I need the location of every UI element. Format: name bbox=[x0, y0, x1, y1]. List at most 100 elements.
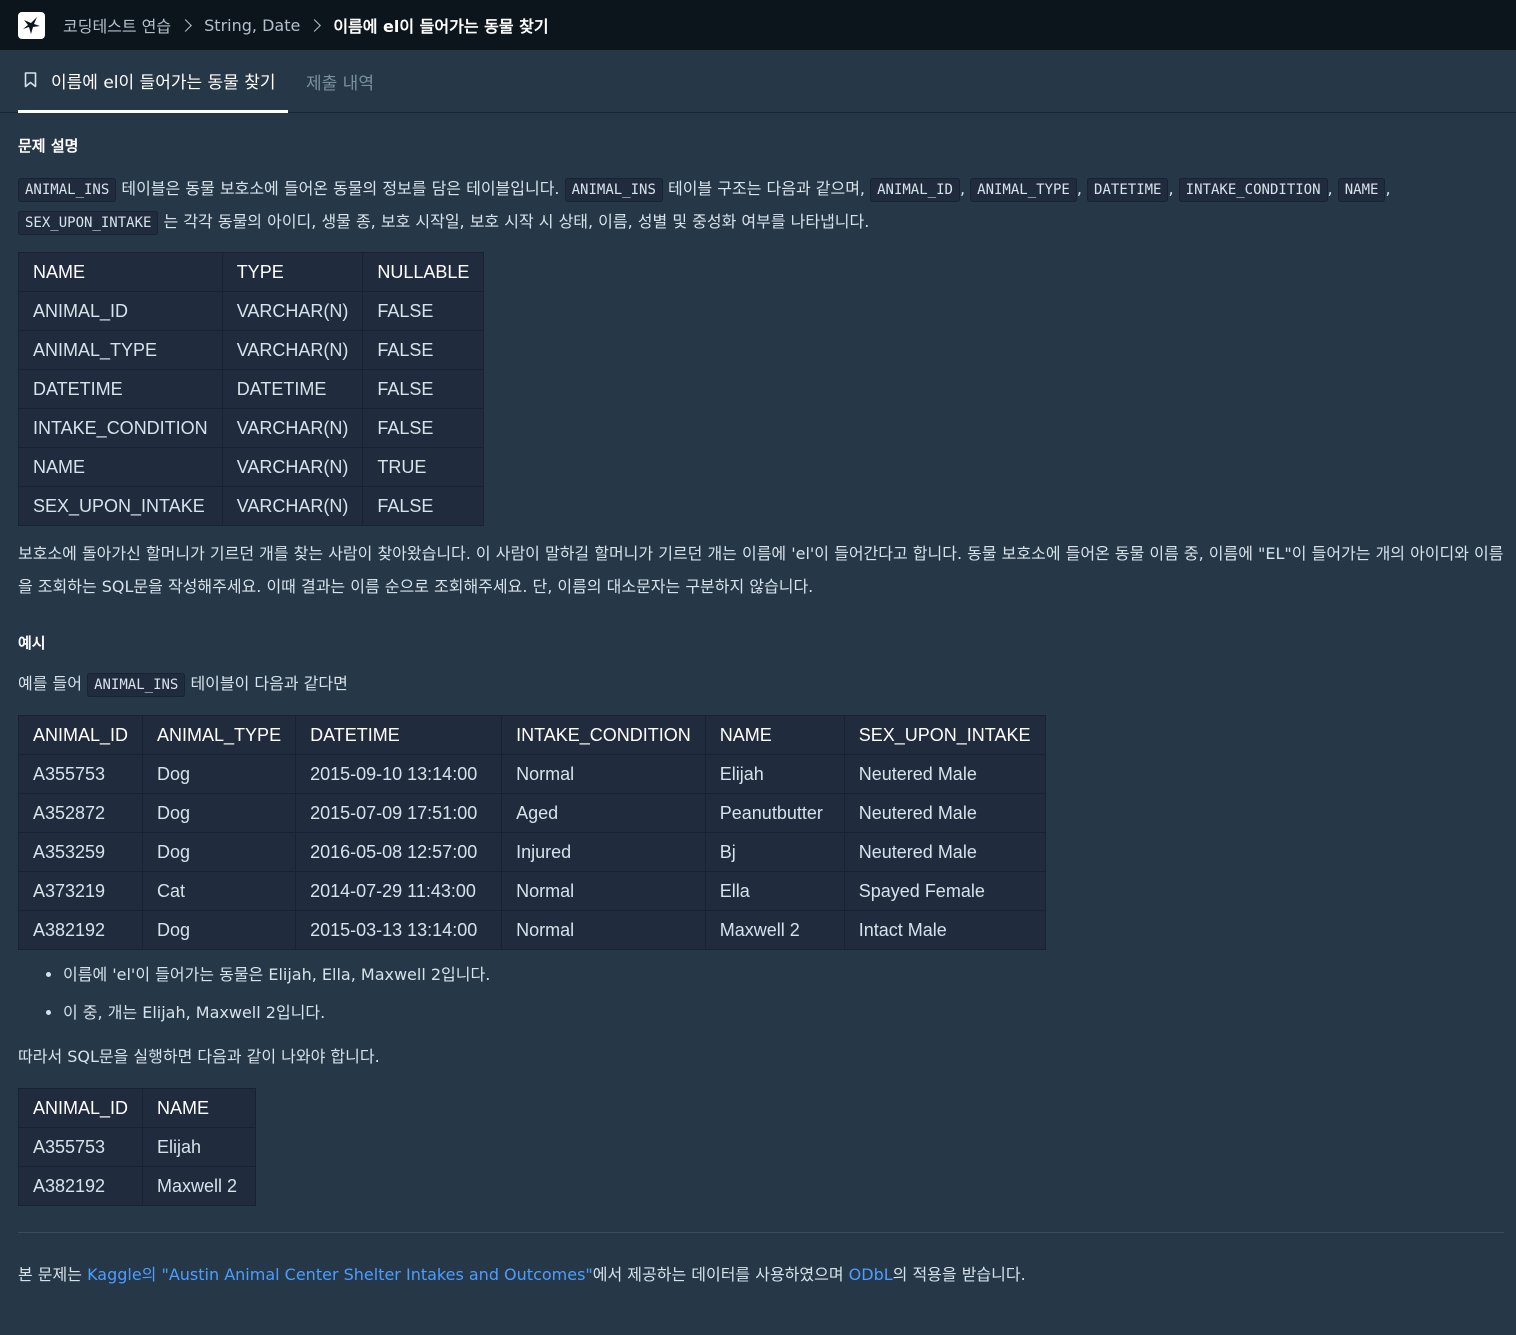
table-cell: Normal bbox=[501, 754, 706, 794]
table-row: A373219 Cat 2014-07-29 11:43:00 Normal E… bbox=[17, 871, 1046, 911]
table-cell: Neutered Male bbox=[843, 832, 1046, 872]
table-cell: A382192 bbox=[17, 1166, 144, 1206]
table-cell: Maxwell 2 bbox=[704, 910, 845, 950]
example-input-table: ANIMAL_ID ANIMAL_TYPE DATETIME INTAKE_CO… bbox=[17, 715, 1046, 950]
code-column: ANIMAL_TYPE bbox=[970, 178, 1077, 202]
example-lead: 예를 들어 ANIMAL_INS 테이블이 다음과 같다면 bbox=[18, 668, 1504, 701]
table-header-row: NAME TYPE NULLABLE bbox=[18, 252, 485, 292]
table-cell: Neutered Male bbox=[843, 793, 1046, 833]
table-cell: Bj bbox=[704, 832, 845, 872]
table-cell: FALSE bbox=[362, 291, 485, 331]
table-cell: VARCHAR(N) bbox=[221, 447, 364, 487]
table-cell: ANIMAL_TYPE bbox=[18, 330, 223, 370]
table-cell: A352872 bbox=[17, 793, 144, 833]
table-row: A355753 Dog 2015-09-10 13:14:00 Normal E… bbox=[17, 754, 1046, 794]
table-cell: TRUE bbox=[362, 447, 485, 487]
table-row: DATETIME DATETIME FALSE bbox=[18, 369, 485, 409]
table-cell: Peanutbutter bbox=[704, 793, 845, 833]
code-animal-ins: ANIMAL_INS bbox=[87, 673, 186, 697]
footer-note: 본 문제는 Kaggle의 "Austin Animal Center Shel… bbox=[18, 1265, 1026, 1284]
table-cell: FALSE bbox=[362, 330, 485, 370]
table-header-row: ANIMAL_ID ANIMAL_TYPE DATETIME INTAKE_CO… bbox=[17, 715, 1046, 755]
kaggle-dataset-link[interactable]: Kaggle의 "Austin Animal Center Shelter In… bbox=[87, 1265, 593, 1284]
table-cell: SEX_UPON_INTAKE bbox=[18, 486, 223, 526]
table-cell: ANIMAL_ID bbox=[18, 291, 223, 331]
example-bullet-list: 이름에 'el'이 들어가는 동물은 Elijah, Ella, Maxwell… bbox=[18, 956, 490, 1032]
table-cell: FALSE bbox=[362, 408, 485, 448]
programmers-logo-icon[interactable] bbox=[18, 11, 45, 39]
tab-problem[interactable]: 이름에 el이 들어가는 동물 찾기 bbox=[18, 50, 288, 113]
table-cell: Dog bbox=[142, 793, 297, 833]
table-header-cell: INTAKE_CONDITION bbox=[501, 715, 706, 755]
table-cell: VARCHAR(N) bbox=[221, 330, 364, 370]
table-cell: A373219 bbox=[17, 871, 144, 911]
tab-problem-label: 이름에 el이 들어가는 동물 찾기 bbox=[51, 72, 276, 93]
breadcrumb-current: 이름에 el이 들어가는 동물 찾기 bbox=[333, 17, 549, 36]
table-header-cell: NAME bbox=[142, 1088, 257, 1128]
table-header-cell: DATETIME bbox=[295, 715, 503, 755]
table-row: ANIMAL_ID VARCHAR(N) FALSE bbox=[18, 291, 485, 331]
table-row: A353259 Dog 2016-05-08 12:57:00 Injured … bbox=[17, 832, 1046, 872]
code-column: NAME bbox=[1337, 178, 1386, 202]
table-cell: Ella bbox=[704, 871, 845, 911]
table-row: A352872 Dog 2015-07-09 17:51:00 Aged Pea… bbox=[17, 793, 1046, 833]
code-column: INTAKE_CONDITION bbox=[1178, 178, 1328, 202]
table-cell: 2015-07-09 17:51:00 bbox=[295, 793, 503, 833]
table-cell: Cat bbox=[142, 871, 297, 911]
table-cell: DATETIME bbox=[221, 369, 364, 409]
table-cell: INTAKE_CONDITION bbox=[18, 408, 223, 448]
table-cell: Dog bbox=[142, 832, 297, 872]
table-cell: Dog bbox=[142, 910, 297, 950]
bookmark-icon[interactable] bbox=[24, 72, 37, 88]
table-cell: FALSE bbox=[362, 369, 485, 409]
problem-description: 보호소에 돌아가신 할머니가 기르던 개를 찾는 사람이 찾아왔습니다. 이 사… bbox=[18, 544, 1504, 596]
table-cell: DATETIME bbox=[18, 369, 223, 409]
table-row: A355753 Elijah bbox=[17, 1127, 257, 1167]
table-header-cell: NAME bbox=[704, 715, 845, 755]
table-cell: A355753 bbox=[17, 1127, 144, 1167]
table-cell: NAME bbox=[18, 447, 223, 487]
problem-heading: 문제 설명 bbox=[18, 137, 79, 155]
table-cell: Elijah bbox=[704, 754, 845, 794]
table-cell: Spayed Female bbox=[843, 871, 1046, 911]
table-cell: 2014-07-29 11:43:00 bbox=[295, 871, 503, 911]
table-cell: Normal bbox=[501, 910, 706, 950]
tab-submissions[interactable]: 제출 내역 bbox=[306, 50, 374, 113]
breadcrumb-category[interactable]: String, Date bbox=[204, 16, 300, 35]
table-header-row: ANIMAL_ID NAME bbox=[17, 1088, 257, 1128]
table-row: ANIMAL_TYPE VARCHAR(N) FALSE bbox=[18, 330, 485, 370]
table-cell: 2015-09-10 13:14:00 bbox=[295, 754, 503, 794]
table-header-cell: ANIMAL_TYPE bbox=[142, 715, 297, 755]
example-result-table: ANIMAL_ID NAME A355753 Elijah A382192 Ma… bbox=[17, 1088, 257, 1206]
example-heading: 예시 bbox=[18, 634, 46, 652]
table-cell: Neutered Male bbox=[843, 754, 1046, 794]
table-header-cell: TYPE bbox=[221, 252, 364, 292]
table-header-cell: SEX_UPON_INTAKE bbox=[843, 715, 1046, 755]
top-navigation-bar: 코딩테스트 연습 String, Date 이름에 el이 들어가는 동물 찾기 bbox=[0, 0, 1516, 50]
code-column: DATETIME bbox=[1087, 178, 1169, 202]
table-header-cell: ANIMAL_ID bbox=[17, 1088, 144, 1128]
code-animal-ins: ANIMAL_INS bbox=[18, 178, 117, 202]
table-cell: Normal bbox=[501, 871, 706, 911]
table-row: SEX_UPON_INTAKE VARCHAR(N) FALSE bbox=[18, 486, 485, 526]
table-cell: A353259 bbox=[17, 832, 144, 872]
table-cell: Dog bbox=[142, 754, 297, 794]
table-cell: VARCHAR(N) bbox=[221, 408, 364, 448]
table-row: NAME VARCHAR(N) TRUE bbox=[18, 447, 485, 487]
divider bbox=[18, 1232, 1504, 1233]
table-cell: 2015-03-13 13:14:00 bbox=[295, 910, 503, 950]
table-cell: FALSE bbox=[362, 486, 485, 526]
table-cell: Intact Male bbox=[843, 910, 1046, 950]
list-item: 이름에 'el'이 들어가는 동물은 Elijah, Ella, Maxwell… bbox=[63, 956, 490, 994]
breadcrumb-coding-test[interactable]: 코딩테스트 연습 bbox=[63, 13, 171, 37]
table-row: A382192 Maxwell 2 bbox=[17, 1166, 257, 1206]
table-header-cell: ANIMAL_ID bbox=[17, 715, 144, 755]
chevron-right-icon bbox=[308, 18, 322, 32]
problem-intro: ANIMAL_INS 테이블은 동물 보호소에 들어온 동물의 정보를 담은 테… bbox=[18, 173, 1504, 239]
table-cell: VARCHAR(N) bbox=[221, 486, 364, 526]
table-cell: Injured bbox=[501, 832, 706, 872]
code-animal-ins: ANIMAL_INS bbox=[564, 178, 663, 202]
table-header-cell: NAME bbox=[18, 252, 223, 292]
table-header-cell: NULLABLE bbox=[362, 252, 485, 292]
odbl-license-link[interactable]: ODbL bbox=[849, 1265, 893, 1284]
